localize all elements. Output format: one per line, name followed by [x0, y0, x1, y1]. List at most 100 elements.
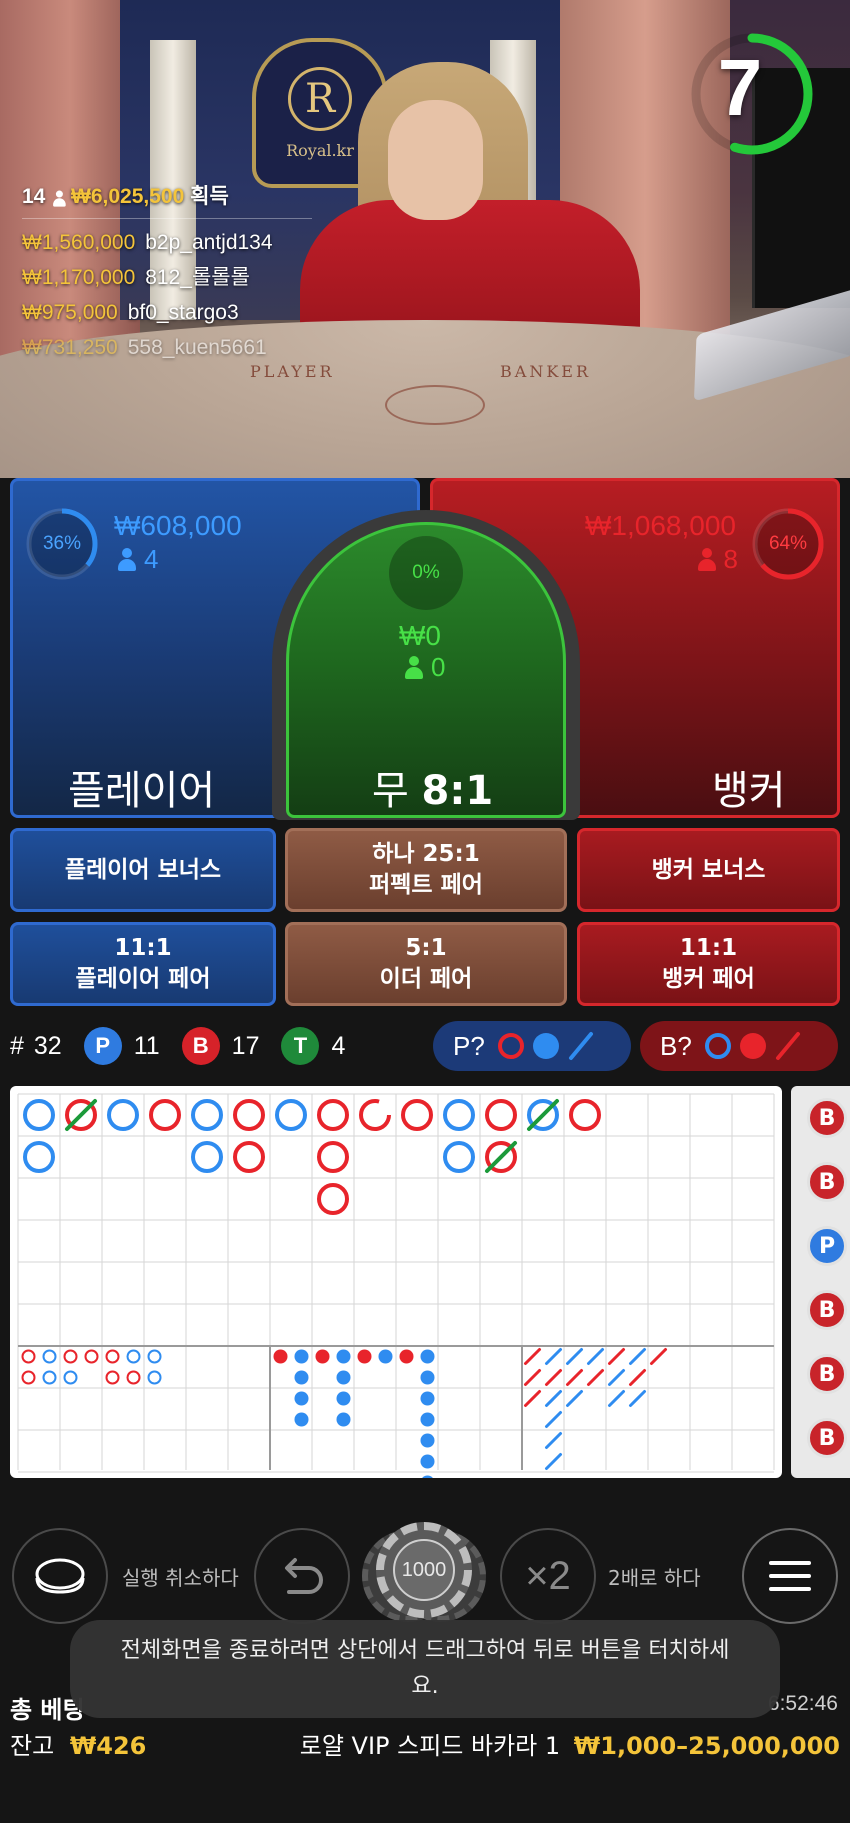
chip-value: 1000: [393, 1539, 455, 1601]
toast-message: 전체화면을 종료하려면 상단에서 드래그하여 뒤로 버튼을 터치하세요.: [120, 1638, 730, 1699]
player-prediction-button[interactable]: P?: [433, 1021, 631, 1071]
person-icon: [53, 190, 66, 207]
player-pair-odds: 11:1: [114, 935, 172, 961]
cockroach-marker: [545, 1390, 562, 1407]
big-road-grid: [17, 1093, 775, 1490]
perfect-pair-label: 퍼펙트 페어: [369, 872, 483, 898]
player-wins-badge: P: [83, 1027, 122, 1065]
scoreboard-roadmap[interactable]: [10, 1086, 782, 1490]
big-road-marker: [401, 1099, 433, 1131]
small-road-marker: [420, 1454, 435, 1469]
hamburger-menu-icon: [769, 1561, 811, 1591]
player-bettor-count: 4: [144, 544, 159, 574]
tie-percent: 0%: [412, 562, 440, 583]
winners-total: ₩6,025,500: [71, 185, 185, 208]
winner-row: ₩1,560,000 b2p_antjd134: [22, 225, 312, 260]
table-crest: [385, 385, 485, 425]
chip-selector[interactable]: 1000: [362, 1522, 486, 1626]
table-banker-label: BANKER: [500, 362, 591, 381]
big-road-marker: [107, 1099, 139, 1131]
either-pair-odds: 5:1: [405, 935, 447, 961]
tie-bet-amount: ₩0: [399, 620, 441, 651]
balance: 잔고 ₩426: [10, 1726, 146, 1761]
big-eye-marker: [105, 1370, 120, 1385]
big-road-marker: [359, 1099, 391, 1131]
winner-row: ₩1,170,000 812_롤롤롤: [22, 260, 312, 295]
big-road-marker: [23, 1099, 55, 1131]
winner-amount: ₩1,170,000: [22, 266, 136, 289]
big-eye-marker: [105, 1349, 120, 1364]
balance-value: ₩426: [69, 1732, 147, 1760]
bead-road-marker: B: [807, 1290, 847, 1330]
small-road-marker: [315, 1349, 330, 1364]
big-road-marker: [443, 1099, 475, 1131]
big-road-marker: [191, 1099, 223, 1131]
winner-user: 812_롤롤롤: [145, 266, 250, 289]
big-eye-marker: [126, 1370, 141, 1385]
winner-row: ₩975,000 bf0_stargo3: [22, 295, 312, 330]
cockroach-marker: [566, 1390, 583, 1407]
big-eye-marker: [147, 1370, 162, 1385]
cockroach-marker: [545, 1369, 562, 1386]
banker-pair-label: 뱅커 페어: [662, 966, 755, 992]
menu-button[interactable]: [742, 1528, 838, 1624]
lobby-chip-button[interactable]: [12, 1528, 108, 1624]
bead-road-marker: B: [807, 1418, 847, 1458]
perfect-pair-odds: 하나 25:1: [372, 841, 480, 867]
winner-amount: ₩731,250: [22, 336, 118, 359]
bead-road-panel[interactable]: BBPBBB: [791, 1086, 850, 1478]
double-button[interactable]: ×2: [500, 1528, 596, 1624]
cockroach-marker: [524, 1390, 541, 1407]
banker-prediction-label: B?: [660, 1030, 692, 1061]
cockroach-marker: [524, 1369, 541, 1386]
cockroach-marker: [545, 1432, 562, 1449]
balance-row: 잔고 ₩426 로얄 VIP 스피드 바카라 1 ₩1,000–25,000,0…: [10, 1726, 840, 1761]
tie-wins-badge: T: [281, 1027, 320, 1065]
banker-prediction-button[interactable]: B?: [640, 1021, 838, 1071]
undo-button[interactable]: [254, 1528, 350, 1624]
player-pair-button[interactable]: 11:1 플레이어 페어: [10, 922, 276, 1006]
big-road-marker: [317, 1141, 349, 1173]
player-bonus-button[interactable]: 플레이어 보너스: [10, 828, 276, 912]
bead-road-marker: B: [807, 1162, 847, 1202]
small-road-marker: [357, 1349, 372, 1364]
big-road-marker: [443, 1141, 475, 1173]
winner-user: 558_kuen5661: [127, 336, 267, 359]
player-bet-amount: ₩608,000: [114, 510, 242, 541]
either-pair-label: 이더 페어: [379, 966, 473, 992]
either-pair-button[interactable]: 5:1 이더 페어: [285, 922, 567, 1006]
dealer-face: [388, 100, 483, 220]
big-eye-marker: [63, 1349, 78, 1364]
big-eye-marker: [84, 1349, 99, 1364]
player-wins-count: 11: [133, 1031, 160, 1060]
cockroach-marker: [566, 1348, 583, 1365]
banker-percent: 64%: [768, 533, 808, 554]
round-count: 32: [33, 1031, 62, 1060]
cockroach-marker: [524, 1348, 541, 1365]
live-video-feed: R Royal.kr PLAYER BANKER 7 14 ₩6,025,500…: [0, 0, 850, 478]
banker-pair-button[interactable]: 11:1 뱅커 페어: [577, 922, 840, 1006]
double-label: 2배로 하다: [608, 1566, 701, 1590]
winner-row: ₩731,250 558_kuen5661: [22, 330, 312, 365]
player-bonus-label: 플레이어 보너스: [64, 856, 222, 883]
winners-header: 14 ₩6,025,500 획득: [22, 180, 312, 219]
winner-amount: ₩975,000: [22, 301, 118, 324]
small-road-marker: [294, 1349, 309, 1364]
cockroach-marker: [545, 1453, 562, 1470]
big-eye-marker: [63, 1370, 78, 1385]
undo-label: 실행 취소하다: [122, 1566, 239, 1590]
winners-list: 14 ₩6,025,500 획득 ₩1,560,000 b2p_antjd134 …: [22, 180, 312, 365]
big-eye-marker: [42, 1370, 57, 1385]
tie-label-odds: 8:1: [421, 768, 494, 814]
perfect-pair-button[interactable]: 하나 25:1 퍼펙트 페어: [285, 828, 567, 912]
banker-bonus-button[interactable]: 뱅커 보너스: [577, 828, 840, 912]
winner-user: b2p_antjd134: [145, 231, 273, 254]
big-eye-marker: [21, 1370, 36, 1385]
big-road-marker: [317, 1099, 349, 1131]
big-road-marker: [233, 1141, 265, 1173]
person-icon: [118, 547, 136, 572]
small-road-marker: [420, 1433, 435, 1448]
big-road-marker: [23, 1141, 55, 1173]
banker-bettors: 8: [697, 544, 738, 575]
banker-prediction-icons: [704, 1032, 800, 1060]
